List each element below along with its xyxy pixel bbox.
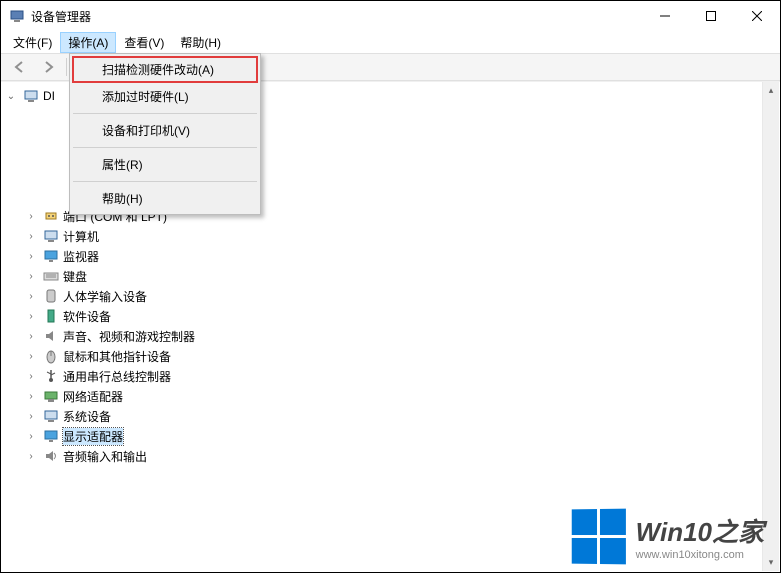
scroll-up-icon[interactable]: ▴ xyxy=(763,82,779,99)
menu-scan-hardware[interactable]: 扫描检测硬件改动(A) xyxy=(72,56,258,83)
tree-item-software[interactable]: › 软件设备 xyxy=(1,306,780,326)
port-icon xyxy=(43,208,59,224)
tree-item-label: 系统设备 xyxy=(63,408,111,425)
expand-icon[interactable]: › xyxy=(25,351,37,362)
tree-item-label: 人体学输入设备 xyxy=(63,288,147,305)
watermark-url: www.win10xitong.com xyxy=(636,549,764,561)
menu-separator xyxy=(73,147,257,148)
tree-item-label: 软件设备 xyxy=(63,308,111,325)
tree-item-sound[interactable]: › 声音、视频和游戏控制器 xyxy=(1,326,780,346)
expand-icon[interactable]: › xyxy=(25,211,37,222)
collapse-icon[interactable]: ⌄ xyxy=(5,91,17,102)
tree-item-label: 通用串行总线控制器 xyxy=(63,368,171,385)
tree-item-label: 计算机 xyxy=(63,228,99,245)
menu-bar: 文件(F) 操作(A) 查看(V) 帮助(H) xyxy=(1,31,780,53)
watermark: Win10之家 www.win10xitong.com xyxy=(571,509,764,564)
expand-icon[interactable]: › xyxy=(25,271,37,282)
tree-item-label: 声音、视频和游戏控制器 xyxy=(63,328,195,345)
menu-devices-printers[interactable]: 设备和打印机(V) xyxy=(72,117,258,144)
expand-icon[interactable]: › xyxy=(25,391,37,402)
expand-icon[interactable]: › xyxy=(25,371,37,382)
menu-view[interactable]: 查看(V) xyxy=(116,32,172,53)
tree-item-network[interactable]: › 网络适配器 xyxy=(1,386,780,406)
expand-icon[interactable]: › xyxy=(25,431,37,442)
window-controls xyxy=(642,1,780,31)
sound-icon xyxy=(43,328,59,344)
back-button[interactable] xyxy=(7,56,33,78)
minimize-button[interactable] xyxy=(642,1,688,31)
expand-icon[interactable]: › xyxy=(25,231,37,242)
tree-item-audio[interactable]: › 音频输入和输出 xyxy=(1,446,780,466)
tree-item-label: 键盘 xyxy=(63,268,87,285)
menu-file[interactable]: 文件(F) xyxy=(5,32,60,53)
tree-item-system[interactable]: › 系统设备 xyxy=(1,406,780,426)
hid-icon xyxy=(43,288,59,304)
title-bar: 设备管理器 xyxy=(1,1,780,31)
tree-item-computer[interactable]: › 计算机 xyxy=(1,226,780,246)
expand-icon[interactable]: › xyxy=(25,291,37,302)
tree-item-display[interactable]: › 显示适配器 xyxy=(1,426,780,446)
tree-item-mouse[interactable]: › 鼠标和其他指针设备 xyxy=(1,346,780,366)
menu-properties[interactable]: 属性(R) xyxy=(72,151,258,178)
display-icon xyxy=(43,428,59,444)
tree-item-label: 鼠标和其他指针设备 xyxy=(63,348,171,365)
toolbar-separator xyxy=(66,58,67,76)
menu-separator xyxy=(73,181,257,182)
keyboard-icon xyxy=(43,268,59,284)
tree-root-label: DI xyxy=(43,89,55,103)
expand-icon[interactable]: › xyxy=(25,311,37,322)
tree-item-label: 监视器 xyxy=(63,248,99,265)
tree-item-keyboard[interactable]: › 键盘 xyxy=(1,266,780,286)
tree-item-label: 显示适配器 xyxy=(63,428,123,445)
app-icon xyxy=(9,8,25,24)
expand-icon[interactable]: › xyxy=(25,411,37,422)
tree-item-label: 音频输入和输出 xyxy=(63,448,147,465)
watermark-title: Win10之家 xyxy=(636,512,764,549)
expand-icon[interactable]: › xyxy=(25,451,37,462)
scroll-down-icon[interactable]: ▾ xyxy=(763,554,779,571)
tree-item-label: 网络适配器 xyxy=(63,388,123,405)
window-title: 设备管理器 xyxy=(31,8,642,25)
mouse-icon xyxy=(43,348,59,364)
menu-action[interactable]: 操作(A) xyxy=(60,32,116,53)
usb-icon xyxy=(43,368,59,384)
computer-icon xyxy=(23,88,39,104)
menu-add-legacy[interactable]: 添加过时硬件(L) xyxy=(72,83,258,110)
windows-logo-icon xyxy=(571,509,625,565)
expand-icon[interactable]: › xyxy=(25,331,37,342)
system-icon xyxy=(43,408,59,424)
audio-icon xyxy=(43,448,59,464)
menu-help[interactable]: 帮助(H) xyxy=(172,32,229,53)
software-icon xyxy=(43,308,59,324)
maximize-button[interactable] xyxy=(688,1,734,31)
network-icon xyxy=(43,388,59,404)
forward-button[interactable] xyxy=(35,56,61,78)
tree-item-monitor[interactable]: › 监视器 xyxy=(1,246,780,266)
vertical-scrollbar[interactable]: ▴ ▾ xyxy=(762,82,779,571)
menu-separator xyxy=(73,113,257,114)
close-button[interactable] xyxy=(734,1,780,31)
monitor-icon xyxy=(43,248,59,264)
expand-icon[interactable]: › xyxy=(25,251,37,262)
tree-item-hid[interactable]: › 人体学输入设备 xyxy=(1,286,780,306)
tree-item-usb[interactable]: › 通用串行总线控制器 xyxy=(1,366,780,386)
menu-help[interactable]: 帮助(H) xyxy=(72,185,258,212)
action-dropdown: 扫描检测硬件改动(A) 添加过时硬件(L) 设备和打印机(V) 属性(R) 帮助… xyxy=(69,53,261,215)
computer-icon xyxy=(43,228,59,244)
